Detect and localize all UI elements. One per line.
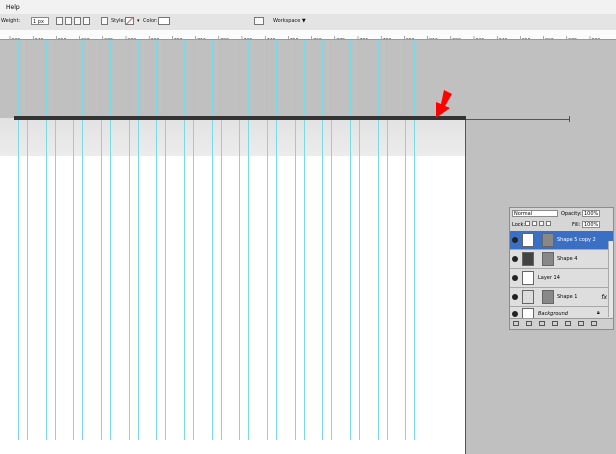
guide-line[interactable] bbox=[387, 40, 388, 440]
opacity-label: Opacity: bbox=[561, 211, 582, 217]
visibility-eye-icon[interactable] bbox=[512, 237, 518, 243]
guide-line[interactable] bbox=[359, 40, 360, 440]
guide-line[interactable] bbox=[101, 40, 102, 440]
vector-mask-thumbnail bbox=[542, 290, 554, 304]
layer-name: Background bbox=[538, 311, 568, 317]
document-page[interactable] bbox=[0, 118, 466, 454]
layer-thumbnail bbox=[522, 290, 534, 304]
fill-label: Fill: bbox=[572, 222, 581, 228]
new-group-icon[interactable] bbox=[565, 321, 571, 326]
path-op-button-4[interactable] bbox=[83, 17, 90, 25]
red-arrow-annotation bbox=[436, 90, 452, 118]
guide-line[interactable] bbox=[322, 40, 323, 440]
opacity-field[interactable]: 100% bbox=[582, 210, 600, 217]
visibility-eye-icon[interactable] bbox=[512, 311, 518, 317]
layer-name: Shape 1 bbox=[557, 294, 578, 300]
weight-label: Weight: bbox=[1, 18, 21, 24]
layers-panel: Normal Opacity: 100% Lock: Fill: 100% Sh… bbox=[509, 207, 614, 330]
guide-line[interactable] bbox=[193, 40, 194, 440]
menu-help[interactable]: Help bbox=[6, 4, 20, 11]
layer-name: Shape 5 copy 2 bbox=[557, 237, 596, 243]
document-right-edge bbox=[465, 118, 466, 454]
fill-field[interactable]: 100% bbox=[582, 221, 600, 228]
layer-thumbnail bbox=[522, 271, 534, 285]
guide-line[interactable] bbox=[46, 40, 47, 440]
visibility-eye-icon[interactable] bbox=[512, 275, 518, 281]
guide-line[interactable] bbox=[295, 40, 296, 440]
guide-line[interactable] bbox=[378, 40, 379, 440]
layer-row-layer-14[interactable]: Layer 14 bbox=[510, 269, 613, 288]
guide-line[interactable] bbox=[221, 40, 222, 440]
guide-line[interactable] bbox=[156, 40, 157, 440]
workspace-button[interactable]: Workspace ▼ bbox=[273, 18, 306, 24]
guide-line[interactable] bbox=[331, 40, 332, 440]
guide-line[interactable] bbox=[350, 40, 351, 440]
guide-line[interactable] bbox=[129, 40, 130, 440]
visibility-eye-icon[interactable] bbox=[512, 256, 518, 262]
line-extension bbox=[466, 119, 570, 120]
lock-icon: 🔒︎ bbox=[597, 310, 600, 316]
menu-bar: Help bbox=[0, 0, 616, 14]
layers-scrollbar[interactable] bbox=[608, 241, 613, 317]
guide-line[interactable] bbox=[184, 40, 185, 440]
style-label: Style: bbox=[111, 18, 126, 24]
vector-mask-thumbnail bbox=[542, 233, 554, 247]
layer-thumbnail bbox=[522, 252, 534, 266]
layer-effects-icon[interactable]: fx bbox=[601, 294, 607, 301]
adjustment-layer-icon[interactable] bbox=[552, 321, 558, 326]
header-gradient-strip bbox=[0, 118, 466, 156]
lock-image-icon[interactable] bbox=[532, 221, 537, 226]
color-swatch[interactable] bbox=[158, 17, 170, 25]
layer-row-shape-1[interactable]: Shape 1 fx bbox=[510, 288, 613, 307]
guide-line[interactable] bbox=[73, 40, 74, 440]
lock-transparency-icon[interactable] bbox=[525, 221, 530, 226]
lock-label: Lock: bbox=[512, 222, 526, 228]
blend-mode-select[interactable]: Normal bbox=[512, 210, 558, 217]
add-style-icon[interactable] bbox=[526, 321, 532, 326]
layer-row-shape-5-copy-2[interactable]: Shape 5 copy 2 bbox=[510, 231, 613, 250]
guide-line[interactable] bbox=[304, 40, 305, 440]
guide-line[interactable] bbox=[165, 40, 166, 440]
visibility-eye-icon[interactable] bbox=[512, 294, 518, 300]
horizontal-ruler[interactable]: 2302402502602702802907007107207307407507… bbox=[0, 30, 616, 40]
layers-bottom-bar bbox=[510, 318, 613, 329]
path-op-button-1[interactable] bbox=[56, 17, 63, 25]
guide-line[interactable] bbox=[414, 40, 415, 440]
add-mask-icon[interactable] bbox=[539, 321, 545, 326]
color-label: Color: bbox=[143, 18, 158, 24]
lock-position-icon[interactable] bbox=[539, 221, 544, 226]
trash-icon[interactable] bbox=[591, 321, 597, 326]
layer-thumbnail bbox=[522, 233, 534, 247]
guide-line[interactable] bbox=[267, 40, 268, 440]
lock-all-icon[interactable] bbox=[546, 221, 551, 226]
guide-line[interactable] bbox=[138, 40, 139, 440]
guide-line[interactable] bbox=[55, 40, 56, 440]
guide-line[interactable] bbox=[27, 40, 28, 440]
style-swatch[interactable] bbox=[125, 17, 134, 25]
guide-line[interactable] bbox=[18, 40, 19, 440]
style-dropdown-icon[interactable]: ▾ bbox=[137, 18, 140, 24]
guide-line[interactable] bbox=[276, 40, 277, 440]
dark-line-shape[interactable] bbox=[14, 116, 466, 120]
options-bar: Weight: 1 px Style: ▾ Color: Workspace ▼ bbox=[0, 14, 616, 31]
bridge-icon[interactable] bbox=[254, 17, 264, 25]
guide-line[interactable] bbox=[110, 40, 111, 440]
link-layers-icon[interactable] bbox=[513, 321, 519, 326]
guide-line[interactable] bbox=[212, 40, 213, 440]
guide-line[interactable] bbox=[248, 40, 249, 440]
path-op-button-2[interactable] bbox=[65, 17, 72, 25]
weight-field[interactable]: 1 px bbox=[31, 17, 49, 25]
guide-line[interactable] bbox=[82, 40, 83, 440]
guide-line[interactable] bbox=[405, 40, 406, 440]
new-layer-icon[interactable] bbox=[578, 321, 584, 326]
line-endpoint bbox=[569, 116, 570, 122]
vector-mask-thumbnail bbox=[542, 252, 554, 266]
link-icon[interactable] bbox=[101, 17, 108, 25]
path-op-button-3[interactable] bbox=[74, 17, 81, 25]
layer-name: Layer 14 bbox=[538, 275, 560, 281]
layer-row-shape-4[interactable]: Shape 4 bbox=[510, 250, 613, 269]
guide-line[interactable] bbox=[239, 40, 240, 440]
layer-name: Shape 4 bbox=[557, 256, 578, 262]
